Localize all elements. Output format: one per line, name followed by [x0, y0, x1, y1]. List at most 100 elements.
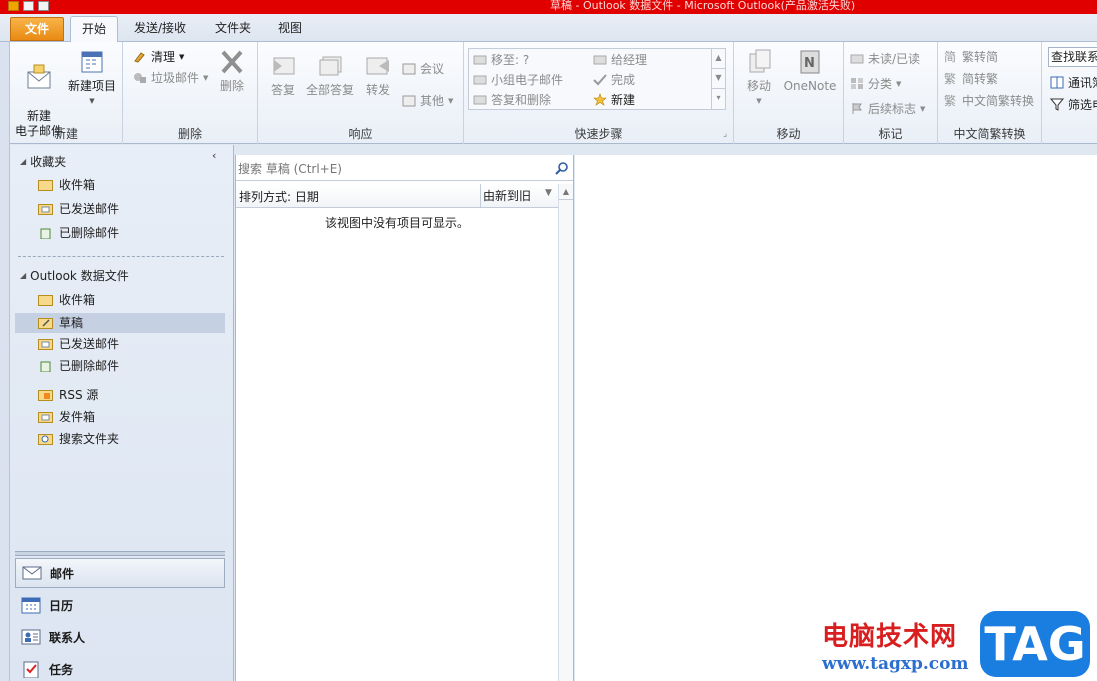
new-items-button[interactable]: 新建项目 ▼ [66, 48, 118, 109]
search-folder-icon [38, 434, 53, 445]
module-tasks[interactable]: 任务 [15, 654, 225, 681]
qs-more-icon[interactable]: ▾ [712, 89, 725, 109]
folder-deleted[interactable]: 已删除邮件 [38, 356, 224, 376]
tab-view[interactable]: 视图 [268, 16, 312, 42]
categorize-label: 分类 [868, 77, 893, 91]
qs-scroll-up-icon[interactable]: ▲ [712, 49, 725, 69]
mail-icon [22, 566, 42, 580]
nav-splitter[interactable] [15, 551, 225, 556]
qs-move-to-label: 移至: ? [491, 53, 530, 67]
module-calendar-label: 日历 [49, 598, 74, 613]
onenote-label: OneNote [783, 79, 837, 93]
folder-drafts[interactable]: 草稿 [15, 313, 225, 333]
search-bar [236, 157, 573, 181]
meeting-button[interactable]: 会议 [402, 60, 444, 77]
group-tags: 未读/已读 分类 ▼ 后续标志 ▼ 标记 [844, 42, 938, 144]
clean-up-button[interactable]: 清理 ▼ [133, 48, 184, 65]
fav-item-sent[interactable]: 已发送邮件 [38, 199, 224, 219]
chinese-convert-icon: 繁 [944, 94, 956, 107]
address-book-button[interactable]: 通讯簿 [1050, 74, 1097, 91]
tab-send-receive[interactable]: 发送/接收 [124, 16, 196, 42]
arrange-by-button[interactable]: 排列方式: 日期 [239, 188, 319, 205]
unread-read-button[interactable]: 未读/已读 [850, 50, 920, 67]
qs-scroll-down-icon[interactable]: ▼ [712, 69, 725, 89]
favorites-header[interactable]: ◢ 收藏夹 [20, 153, 66, 170]
move-to-icon [473, 55, 487, 65]
data-file-header[interactable]: ◢ Outlook 数据文件 [20, 267, 129, 284]
follow-up-button[interactable]: 后续标志 ▼ [850, 100, 925, 117]
svg-text:繁: 繁 [944, 94, 956, 107]
scroll-up-icon[interactable]: ▲ [559, 184, 573, 200]
reply-button[interactable]: 答复 [266, 52, 300, 98]
unread-read-label: 未读/已读 [868, 52, 921, 66]
to-manager-icon [593, 55, 607, 65]
clean-up-icon [134, 52, 145, 63]
team-email-icon [473, 75, 487, 85]
fav-item-inbox[interactable]: 收件箱 [38, 175, 224, 195]
tab-file[interactable]: 文件 [10, 17, 64, 41]
ribbon-tabs: 文件 开始 发送/接收 文件夹 视图 [0, 14, 1097, 43]
to-traditional-button[interactable]: 繁 简转繁 [944, 70, 998, 87]
quick-steps-launcher-icon[interactable]: ⌟ [723, 129, 727, 138]
reply-label: 答复 [270, 83, 295, 97]
chinese-convert-label: 中文简繁转换 [962, 94, 1035, 108]
junk-button[interactable]: 垃圾邮件 ▼ [133, 69, 208, 86]
more-respond-button[interactable]: 其他 ▼ [402, 92, 453, 109]
reply-all-button[interactable]: 全部答复 [304, 52, 356, 98]
folder-drafts-label: 草稿 [59, 316, 84, 330]
module-calendar[interactable]: 日历 [15, 590, 225, 620]
new-email-icon [27, 64, 51, 89]
ribbon: 新建 电子邮件 新建项目 ▼ 新建 清理 ▼ 垃圾邮件 ▼ 删除 删除 答复 全… [0, 42, 1097, 144]
folder-sent[interactable]: 已发送邮件 [38, 334, 224, 354]
sort-dropdown-icon[interactable]: ▼ [545, 188, 552, 198]
send-receive-icon[interactable] [23, 1, 34, 11]
folder-inbox[interactable]: 收件箱 [38, 290, 224, 310]
sort-order-button[interactable]: 由新到旧 [480, 184, 531, 208]
folder-outbox[interactable]: 发件箱 [38, 407, 224, 427]
qs-done-label: 完成 [611, 73, 636, 87]
find-contact-input[interactable]: 查找联系人 [1048, 47, 1097, 67]
meeting-icon [402, 63, 416, 75]
categorize-button[interactable]: 分类 ▼ [850, 75, 901, 92]
module-mail[interactable]: 邮件 [15, 558, 225, 588]
search-icon[interactable] [555, 161, 569, 175]
move-button[interactable]: 移动 ▼ [742, 48, 776, 109]
forward-button[interactable]: 转发 [360, 52, 396, 98]
svg-text:繁: 繁 [944, 72, 956, 85]
nav-separator [18, 256, 224, 257]
module-contacts[interactable]: 联系人 [15, 622, 225, 652]
qs-move-to[interactable]: 移至: ? [473, 51, 529, 68]
folder-search[interactable]: 搜索文件夹 [38, 429, 224, 449]
quick-steps-scroll[interactable]: ▲ ▼ ▾ [711, 49, 725, 109]
delete-label: 删除 [219, 79, 244, 93]
svg-text:简: 简 [944, 50, 956, 63]
message-list-scrollbar[interactable]: ▲ [558, 184, 573, 681]
rss-folder-icon [38, 390, 53, 401]
delete-button[interactable]: 删除 [213, 48, 251, 94]
qs-to-manager[interactable]: 给经理 [593, 51, 647, 68]
to-traditional-label: 简转繁 [962, 72, 999, 86]
qs-team-email[interactable]: 小组电子邮件 [473, 71, 563, 88]
move-dropdown-icon: ▼ [756, 97, 762, 105]
filter-email-button[interactable]: 筛选电 [1050, 96, 1097, 113]
collapse-nav-icon[interactable]: ‹ [212, 149, 216, 162]
navigation-pane: ‹ ◢ 收藏夹 收件箱 已发送邮件 已删除邮件 ◢ Outlook 数据文件 收… [10, 145, 234, 681]
folder-search-label: 搜索文件夹 [59, 432, 120, 446]
fav-item-deleted-label: 已删除邮件 [59, 226, 120, 240]
fav-item-inbox-label: 收件箱 [59, 178, 96, 192]
watermark-site-name: 电脑技术网 [822, 622, 958, 652]
search-input[interactable] [238, 160, 548, 178]
group-respond-label: 响应 [348, 127, 373, 141]
tab-folder[interactable]: 文件夹 [204, 16, 262, 42]
reply-all-icon [319, 56, 342, 76]
qs-reply-delete[interactable]: 答复和删除 [473, 91, 551, 108]
folder-rss[interactable]: RSS 源 [38, 385, 224, 405]
tab-home[interactable]: 开始 [70, 16, 118, 43]
undo-icon[interactable] [38, 1, 49, 11]
fav-item-deleted[interactable]: 已删除邮件 [38, 223, 224, 243]
to-simplified-button[interactable]: 简 繁转简 [944, 48, 998, 65]
onenote-button[interactable]: N OneNote [780, 48, 840, 94]
qs-done[interactable]: 完成 [593, 71, 635, 88]
chinese-convert-button[interactable]: 繁 中文简繁转换 [944, 92, 1034, 109]
qs-create-new[interactable]: 新建 [593, 91, 635, 108]
